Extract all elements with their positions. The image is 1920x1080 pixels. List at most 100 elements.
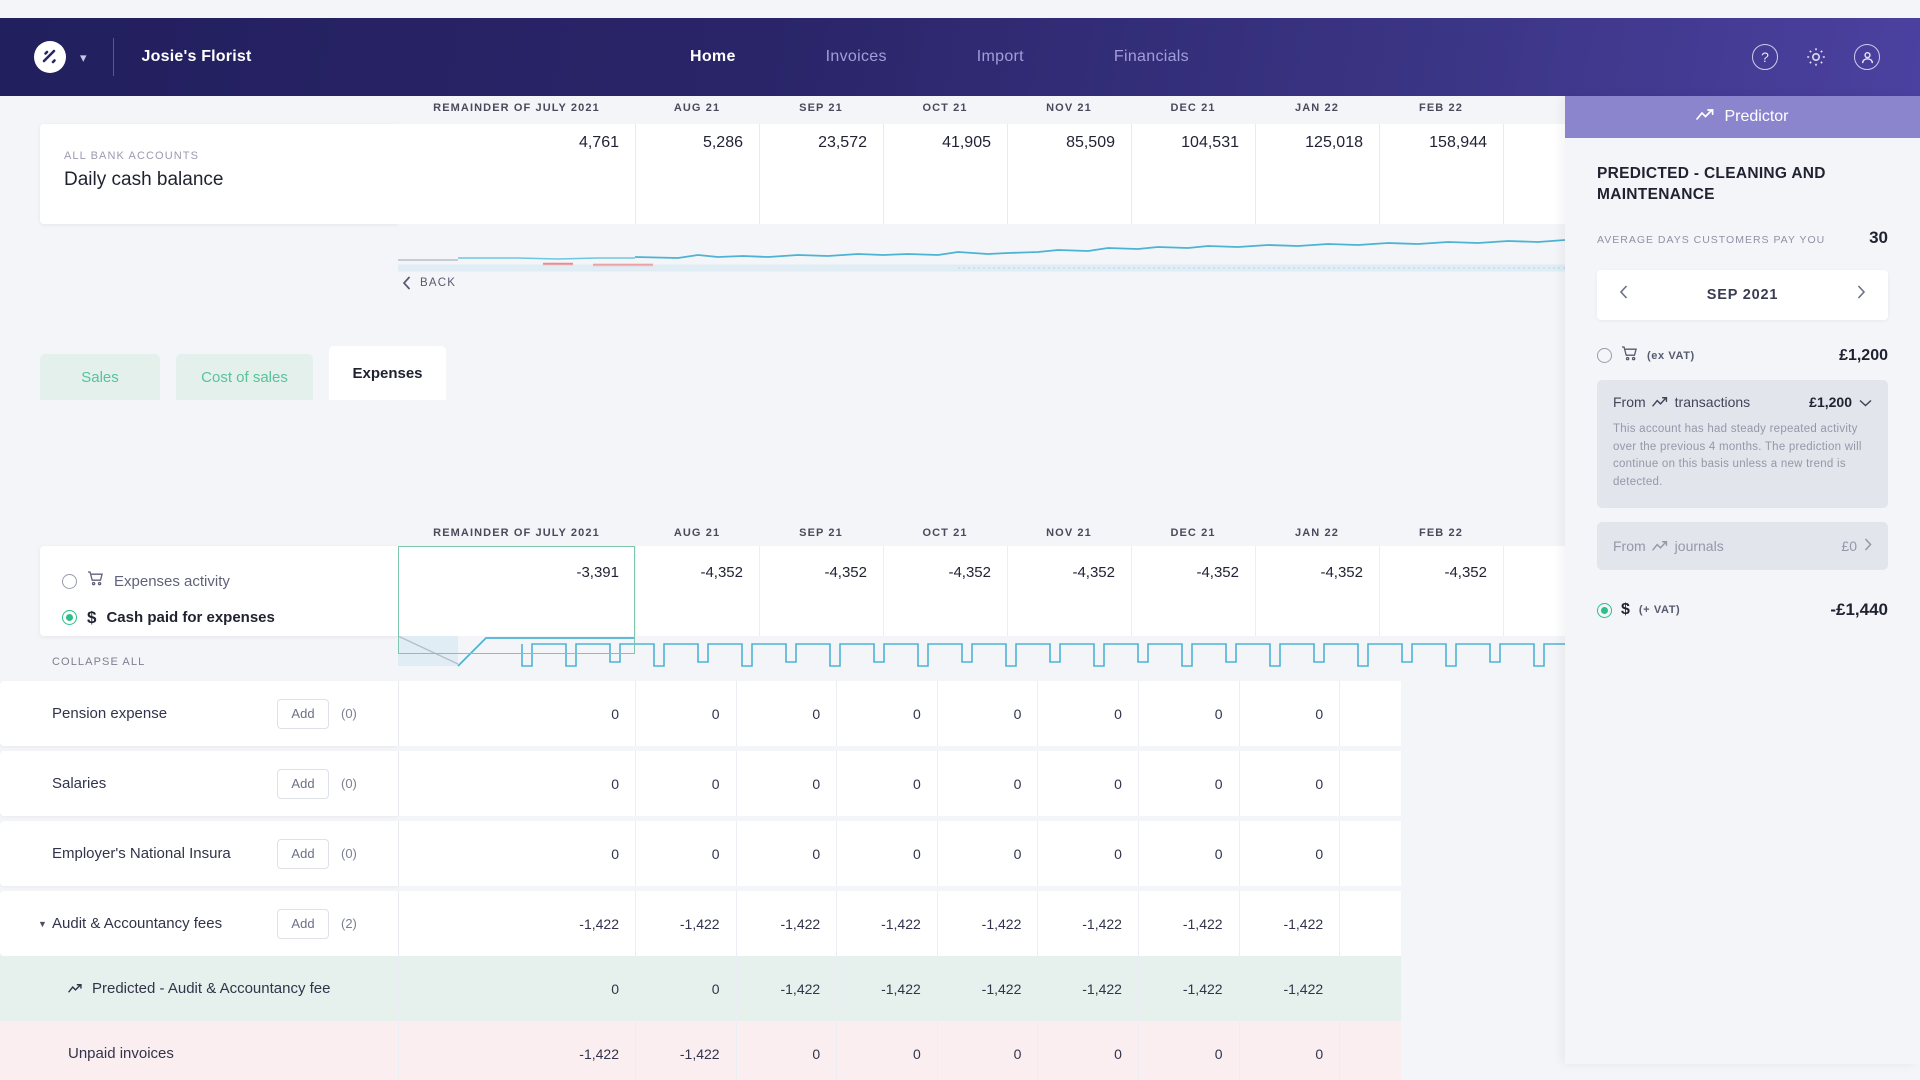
table-cell: 0 bbox=[1238, 751, 1340, 816]
table-row-label-cell[interactable]: Salaries Add (0) bbox=[0, 751, 398, 816]
gear-icon[interactable] bbox=[1804, 45, 1828, 69]
trend-up-icon bbox=[1651, 396, 1669, 408]
chevron-down-icon[interactable] bbox=[1859, 394, 1872, 410]
radio-expenses-activity[interactable] bbox=[62, 573, 77, 589]
disclosure-expanded-icon[interactable]: ▼ bbox=[38, 919, 47, 929]
table-cell: 0 bbox=[936, 1021, 1038, 1080]
table-row-label-cell[interactable]: Unpaid invoices bbox=[0, 1021, 398, 1080]
table-cell: -1,422 bbox=[936, 891, 1038, 956]
top-actions: ? bbox=[1752, 18, 1880, 96]
activity-value-cell: -4,352 bbox=[635, 546, 759, 636]
add-button[interactable]: Add bbox=[277, 768, 329, 799]
activity-value-cell-partial bbox=[1503, 546, 1565, 636]
cash-value-cell: 5,286 bbox=[635, 124, 759, 224]
ex-vat-label: (ex VAT) bbox=[1647, 349, 1695, 362]
source-journals-header: From journals £0 bbox=[1613, 538, 1872, 554]
table-row-label-cell[interactable]: Predicted - Audit & Accountancy fee bbox=[0, 956, 398, 1021]
activity-value-cell: -4,352 bbox=[759, 546, 883, 636]
trend-up-icon bbox=[1651, 540, 1669, 552]
source-journals-amount: £0 bbox=[1841, 538, 1857, 555]
add-button[interactable]: Add bbox=[277, 838, 329, 869]
table-cell: 0 bbox=[1137, 751, 1239, 816]
account-avatar-icon[interactable] bbox=[1854, 44, 1880, 70]
table-row[interactable]: Predicted - Audit & Accountancy fee 0 0 … bbox=[0, 956, 1565, 1021]
cash-value-cell: 104,531 bbox=[1131, 124, 1255, 224]
table-cell: 0 bbox=[1137, 1021, 1239, 1080]
activity-col-head-2: SEP 21 bbox=[799, 527, 843, 539]
table-cell: 0 bbox=[1037, 681, 1138, 746]
next-month-button[interactable] bbox=[1857, 285, 1866, 304]
add-button[interactable]: Add bbox=[277, 908, 329, 939]
table-row[interactable]: ▼ Audit & Accountancy fees Add (2) -1,42… bbox=[0, 891, 1565, 956]
nav-item-home[interactable]: Home bbox=[690, 48, 736, 66]
plus-vat-label: (+ VAT) bbox=[1638, 604, 1681, 617]
plus-vat-row[interactable]: $ (+ VAT) -£1,440 bbox=[1597, 600, 1888, 620]
activity-col-head-0: REMAINDER OF JULY 2021 bbox=[433, 527, 600, 539]
chevron-right-icon[interactable] bbox=[1864, 538, 1872, 554]
table-row[interactable]: Pension expense Add (0) 0 0 0 0 0 0 0 0 bbox=[0, 681, 1565, 746]
prev-month-button[interactable] bbox=[1619, 285, 1628, 304]
source-transactions-amount: £1,200 bbox=[1809, 393, 1852, 410]
source-journals-amount-wrap: £0 bbox=[1841, 538, 1872, 554]
option-label-cash-paid: Cash paid for expenses bbox=[106, 608, 275, 626]
table-cell: -1,422 bbox=[836, 956, 937, 1021]
add-button[interactable]: Add bbox=[277, 698, 329, 729]
table-cell: 0 bbox=[936, 751, 1038, 816]
table-cell: -1,422 bbox=[936, 956, 1038, 1021]
table-row[interactable]: Unpaid invoices -1,422 -1,422 0 0 0 0 0 … bbox=[0, 1021, 1565, 1080]
table-row-cells: 0 0 0 0 0 0 0 0 bbox=[398, 751, 1402, 816]
tab-cost-of-sales[interactable]: Cost of sales bbox=[176, 354, 313, 400]
table-row-label: Unpaid invoices bbox=[68, 1045, 174, 1062]
row-count: (0) bbox=[341, 776, 357, 791]
cash-value-cell: 125,018 bbox=[1255, 124, 1379, 224]
table-cell: 0 bbox=[836, 751, 937, 816]
back-button[interactable]: BACK bbox=[402, 276, 456, 290]
table-cell: -1,422 bbox=[1037, 891, 1138, 956]
tab-sales[interactable]: Sales bbox=[40, 354, 160, 400]
table-cell: 0 bbox=[936, 821, 1038, 886]
table-row-label: Salaries bbox=[52, 775, 107, 792]
activity-value-cell: -4,352 bbox=[1007, 546, 1131, 636]
ex-vat-row[interactable]: (ex VAT) £1,200 bbox=[1597, 346, 1888, 366]
table-cell: 0 bbox=[936, 681, 1038, 746]
cash-value-cell: 23,572 bbox=[759, 124, 883, 224]
radio-ex-vat[interactable] bbox=[1597, 348, 1612, 364]
table-row-label-cell[interactable]: Employer's National Insura Add (0) bbox=[0, 821, 398, 886]
org-chevron-down-icon[interactable]: ▾ bbox=[80, 51, 87, 64]
radio-plus-vat[interactable] bbox=[1597, 602, 1612, 618]
help-icon[interactable]: ? bbox=[1752, 44, 1778, 70]
radio-cash-paid-for-expenses[interactable] bbox=[62, 609, 77, 625]
nav-item-financials[interactable]: Financials bbox=[1114, 48, 1189, 66]
source-journals-card[interactable]: From journals £0 bbox=[1597, 522, 1888, 571]
table-cell: -1,422 bbox=[1137, 956, 1239, 1021]
collapse-all-button[interactable]: COLLAPSE ALL bbox=[52, 656, 145, 668]
table-cell: 0 bbox=[836, 821, 937, 886]
row-count: (0) bbox=[341, 846, 357, 861]
table-cell-partial bbox=[1339, 751, 1402, 816]
app-root: ▾ Josie's Florist Home Invoices Import F… bbox=[0, 0, 1920, 1080]
table-row-cells: 0 0 0 0 0 0 0 0 bbox=[398, 821, 1402, 886]
nav-item-import[interactable]: Import bbox=[977, 48, 1024, 66]
cash-value-cell: 41,905 bbox=[883, 124, 1007, 224]
table-row[interactable]: Salaries Add (0) 0 0 0 0 0 0 0 0 bbox=[0, 751, 1565, 816]
table-cell: -1,422 bbox=[1238, 956, 1340, 1021]
table-row[interactable]: Employer's National Insura Add (0) 0 0 0… bbox=[0, 821, 1565, 886]
table-row-label-cell[interactable]: Pension expense Add (0) bbox=[0, 681, 398, 746]
option-cash-paid-for-expenses[interactable]: $ Cash paid for expenses bbox=[40, 599, 398, 635]
source-journals-suffix: journals bbox=[1674, 538, 1724, 555]
dollar-icon: $ bbox=[1621, 601, 1630, 619]
table-cell: 0 bbox=[1037, 1021, 1138, 1080]
source-transactions-card[interactable]: From transactions £1,200 This account ha… bbox=[1597, 379, 1888, 509]
expenses-mode-card: Expenses activity $ Cash paid for expens… bbox=[40, 546, 398, 636]
table-row-label-cell[interactable]: ▼ Audit & Accountancy fees Add (2) bbox=[0, 891, 398, 956]
app-logo-icon[interactable] bbox=[34, 41, 66, 73]
option-expenses-activity[interactable]: Expenses activity bbox=[40, 563, 398, 599]
tab-expenses[interactable]: Expenses bbox=[329, 346, 446, 400]
cash-value-cell: 4,761 bbox=[398, 124, 635, 224]
cash-value-cell: 85,509 bbox=[1007, 124, 1131, 224]
predictor-panel: Predictor PREDICTED - CLEANING AND MAINT… bbox=[1565, 96, 1920, 1064]
table-cell: -1,422 bbox=[1137, 891, 1239, 956]
table-cell: 0 bbox=[1137, 821, 1239, 886]
nav-item-invoices[interactable]: Invoices bbox=[826, 48, 887, 66]
table-row-label: Employer's National Insura bbox=[52, 845, 231, 862]
